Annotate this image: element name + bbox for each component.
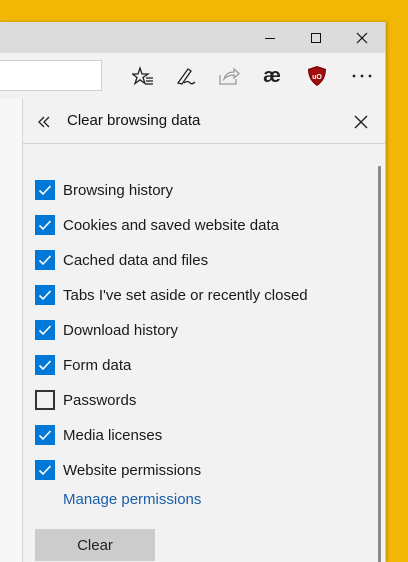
favorites-star-icon — [132, 66, 153, 86]
checkbox-checked[interactable] — [35, 460, 55, 480]
ublock-extension-button[interactable]: uO — [302, 61, 332, 91]
option-row[interactable]: Cached data and files — [35, 249, 208, 271]
close-icon — [354, 115, 368, 129]
minimize-icon — [265, 37, 275, 39]
title-bar — [0, 22, 385, 53]
checkmark-icon — [38, 255, 52, 266]
checkmark-icon — [38, 220, 52, 231]
clear-button[interactable]: Clear — [35, 529, 155, 561]
share-button[interactable] — [214, 61, 244, 91]
toolbar: æ uO — [0, 53, 385, 100]
minimize-button[interactable] — [247, 22, 293, 53]
more-icon — [352, 74, 372, 78]
option-label: Website permissions — [63, 461, 202, 479]
more-button[interactable] — [347, 61, 377, 91]
ublock-shield-icon: uO — [308, 66, 326, 86]
pane-header: Clear browsing data — [23, 99, 385, 144]
option-label: Cached data and files — [63, 251, 209, 269]
pen-icon — [176, 68, 196, 85]
option-row[interactable]: Tabs I've set aside or recently closed — [35, 284, 308, 306]
checkbox-checked[interactable] — [35, 215, 55, 235]
option-row[interactable]: Website permissions — [35, 459, 201, 481]
option-label: Media licenses — [63, 426, 163, 444]
checkmark-icon — [38, 185, 52, 196]
clear-browsing-data-pane: Clear browsing data Browsing history Cook… — [23, 99, 385, 562]
option-row[interactable]: Passwords — [35, 389, 136, 411]
option-row[interactable]: Download history — [35, 319, 178, 341]
pane-scrollbar[interactable] — [378, 166, 381, 562]
checkbox-checked[interactable] — [35, 285, 55, 305]
checkbox-checked[interactable] — [35, 425, 55, 445]
ae-extension-button[interactable]: æ — [257, 61, 287, 91]
checkbox-checked[interactable] — [35, 250, 55, 270]
address-bar[interactable] — [0, 60, 102, 91]
option-row[interactable]: Form data — [35, 354, 131, 376]
close-icon — [356, 32, 368, 43]
checkbox-checked[interactable] — [35, 355, 55, 375]
ae-extension-icon: æ — [263, 64, 281, 87]
checkmark-icon — [38, 465, 52, 476]
option-label: Tabs I've set aside or recently closed — [63, 286, 308, 304]
option-label: Form data — [63, 356, 132, 374]
checkmark-icon — [38, 290, 52, 301]
close-pane-button[interactable] — [351, 112, 371, 132]
checkbox-checked[interactable] — [35, 320, 55, 340]
checkbox-unchecked[interactable] — [35, 390, 55, 410]
share-icon — [219, 67, 240, 85]
checkmark-icon — [38, 325, 52, 336]
option-label: Download history — [63, 321, 179, 339]
page-content — [0, 99, 23, 562]
option-label: Passwords — [63, 391, 137, 409]
pane-title: Clear browsing data — [67, 112, 201, 129]
favorites-button[interactable] — [128, 61, 158, 91]
manage-permissions-link[interactable]: Manage permissions — [63, 491, 201, 508]
option-label: Browsing history — [63, 181, 174, 199]
checkbox-checked[interactable] — [35, 180, 55, 200]
web-note-button[interactable] — [171, 61, 201, 91]
option-row[interactable]: Media licenses — [35, 424, 162, 446]
double-chevron-left-icon — [38, 116, 50, 128]
svg-text:uO: uO — [312, 74, 322, 81]
close-window-button[interactable] — [339, 22, 385, 53]
option-row[interactable]: Cookies and saved website data — [35, 214, 279, 236]
browser-window: æ uO Clear browsing data Browsing histor… — [0, 22, 386, 562]
checkmark-icon — [38, 360, 52, 371]
option-row[interactable]: Browsing history — [35, 179, 173, 201]
option-label: Cookies and saved website data — [63, 216, 279, 234]
maximize-button[interactable] — [293, 22, 339, 53]
checkmark-icon — [38, 430, 52, 441]
back-button[interactable] — [35, 112, 55, 132]
maximize-icon — [311, 32, 321, 43]
